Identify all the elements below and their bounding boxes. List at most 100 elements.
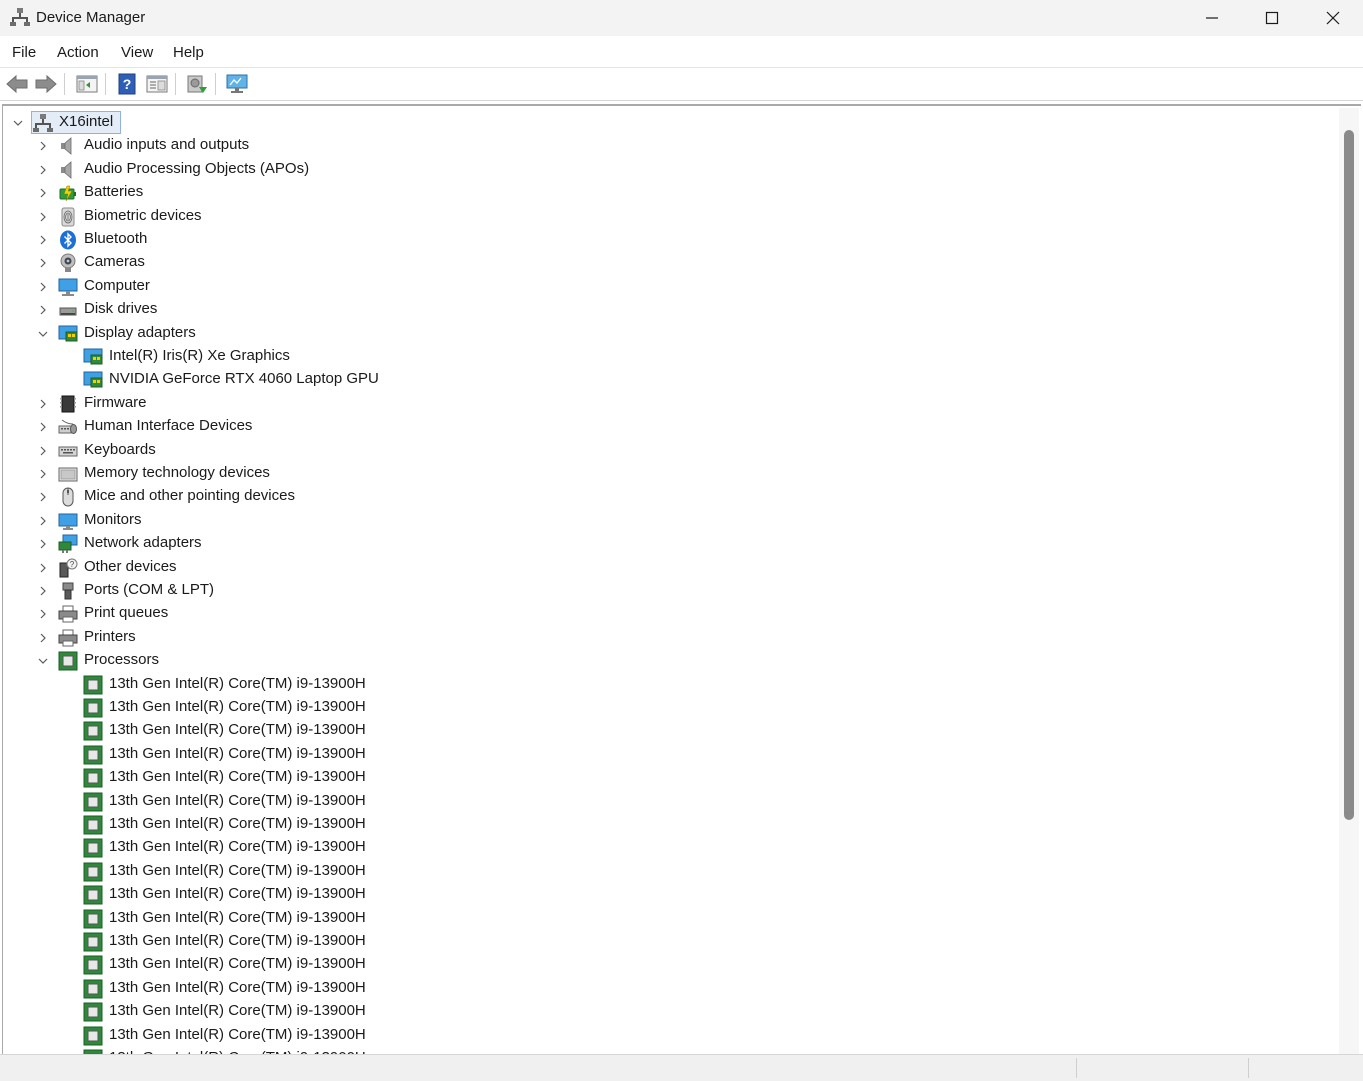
tree-device-item[interactable]: 13th Gen Intel(R) Core(TM) i9-13900H: [3, 790, 1338, 813]
show-hide-console-tree-button[interactable]: [75, 72, 99, 96]
tree-device-item[interactable]: 13th Gen Intel(R) Core(TM) i9-13900H: [3, 1000, 1338, 1023]
tree-device-item[interactable]: NVIDIA GeForce RTX 4060 Laptop GPU: [3, 368, 1338, 391]
tree-category-disk-drives[interactable]: Disk drives: [3, 298, 1338, 321]
tree-device-item[interactable]: 13th Gen Intel(R) Core(TM) i9-13900H: [3, 696, 1338, 719]
back-button[interactable]: [5, 72, 29, 96]
tree-device-item[interactable]: 13th Gen Intel(R) Core(TM) i9-13900H: [3, 673, 1338, 696]
close-button[interactable]: [1302, 0, 1363, 36]
computer-icon: [58, 277, 78, 297]
scrollbar-thumb[interactable]: [1344, 130, 1354, 820]
properties-button[interactable]: [145, 72, 169, 96]
tree-item-label: 13th Gen Intel(R) Core(TM) i9-13900H: [109, 861, 366, 879]
tree-item-label: Audio Processing Objects (APOs): [84, 159, 310, 177]
update-driver-icon: [187, 75, 207, 93]
expand-chevron-right-icon[interactable]: [36, 584, 50, 598]
display-adapter-icon: [58, 324, 78, 344]
tree-category-other-devices[interactable]: ? Other devices: [3, 556, 1338, 579]
expand-chevron-down-icon[interactable]: [36, 327, 50, 341]
expand-chevron-right-icon[interactable]: [36, 631, 50, 645]
tree-device-item[interactable]: 13th Gen Intel(R) Core(TM) i9-13900H: [3, 907, 1338, 930]
tree-category-print-queues[interactable]: Print queues: [3, 602, 1338, 625]
expand-chevron-down-icon[interactable]: [36, 654, 50, 668]
camera-icon: [58, 253, 78, 273]
tree-category-printers[interactable]: Printers: [3, 626, 1338, 649]
tree-device-item[interactable]: 13th Gen Intel(R) Core(TM) i9-13900H: [3, 836, 1338, 859]
tree-category-keyboards[interactable]: Keyboards: [3, 439, 1338, 462]
expand-chevron-right-icon[interactable]: [36, 420, 50, 434]
toolbar-separator-highlight: [65, 73, 66, 95]
processor-icon: [83, 745, 103, 765]
menu-file[interactable]: File: [12, 44, 36, 61]
vertical-scrollbar[interactable]: [1339, 108, 1359, 1054]
scan-hardware-button[interactable]: [225, 72, 249, 96]
expand-chevron-right-icon[interactable]: [36, 467, 50, 481]
tree-device-item[interactable]: 13th Gen Intel(R) Core(TM) i9-13900H: [3, 977, 1338, 1000]
tree-item-label: Printers: [84, 627, 136, 645]
menu-view[interactable]: View: [121, 44, 153, 61]
computer-root-icon: [33, 113, 53, 133]
tree-category-memory-technology-devices[interactable]: Memory technology devices: [3, 462, 1338, 485]
expand-chevron-down-icon[interactable]: [11, 116, 25, 130]
tree-device-item[interactable]: 13th Gen Intel(R) Core(TM) i9-13900H: [3, 719, 1338, 742]
tree-category-audio-inputs-and-outputs[interactable]: Audio inputs and outputs: [3, 134, 1338, 157]
processor-icon: [83, 885, 103, 905]
tree-device-item[interactable]: 13th Gen Intel(R) Core(TM) i9-13900H: [3, 743, 1338, 766]
expand-chevron-right-icon[interactable]: [36, 561, 50, 575]
expand-chevron-right-icon[interactable]: [36, 514, 50, 528]
tree-category-firmware[interactable]: Firmware: [3, 392, 1338, 415]
expand-chevron-right-icon[interactable]: [36, 537, 50, 551]
tree-item-label: 13th Gen Intel(R) Core(TM) i9-13900H: [109, 932, 366, 949]
expand-chevron-right-icon[interactable]: [36, 607, 50, 621]
tree-device-item[interactable]: 13th Gen Intel(R) Core(TM) i9-13900H: [3, 860, 1338, 883]
expand-chevron-right-icon[interactable]: [36, 186, 50, 200]
tree-category-network-adapters[interactable]: Network adapters: [3, 532, 1338, 555]
tree-device-item[interactable]: 13th Gen Intel(R) Core(TM) i9-13900H: [3, 813, 1338, 836]
tree-item-label: 13th Gen Intel(R) Core(TM) i9-13900H: [109, 815, 366, 832]
update-driver-button[interactable]: [185, 72, 209, 96]
tree-category-monitors[interactable]: Monitors: [3, 509, 1338, 532]
expand-chevron-right-icon[interactable]: [36, 210, 50, 224]
tree-category-human-interface-devices[interactable]: Human Interface Devices: [3, 415, 1338, 438]
menu-help[interactable]: Help: [173, 44, 204, 61]
tree-category-biometric-devices[interactable]: Biometric devices: [3, 205, 1338, 228]
tree-category-processors[interactable]: Processors: [3, 649, 1338, 672]
expand-chevron-right-icon[interactable]: [36, 280, 50, 294]
tree-category-audio-processing-objects-apos[interactable]: Audio Processing Objects (APOs): [3, 158, 1338, 181]
processor-icon: [83, 979, 103, 999]
expand-chevron-right-icon[interactable]: [36, 256, 50, 270]
expand-chevron-right-icon[interactable]: [36, 444, 50, 458]
tree-device-item[interactable]: 13th Gen Intel(R) Core(TM) i9-13900H: [3, 766, 1338, 789]
tree-root-computer[interactable]: X16intel: [3, 111, 1338, 134]
tree-item-label: NVIDIA GeForce RTX 4060 Laptop GPU: [109, 370, 379, 388]
expand-chevron-right-icon[interactable]: [36, 303, 50, 317]
help-icon: ?: [118, 73, 136, 95]
tree-device-item[interactable]: 13th Gen Intel(R) Core(TM) i9-13900H: [3, 930, 1338, 953]
expand-chevron-right-icon[interactable]: [36, 233, 50, 247]
expand-chevron-right-icon[interactable]: [36, 163, 50, 177]
svg-text:?: ?: [70, 560, 75, 569]
tree-device-item[interactable]: 13th Gen Intel(R) Core(TM) i9-13900H: [3, 953, 1338, 976]
expand-chevron-right-icon[interactable]: [36, 490, 50, 504]
tree-device-item[interactable]: 13th Gen Intel(R) Core(TM) i9-13900H: [3, 883, 1338, 906]
forward-button[interactable]: [34, 72, 58, 96]
tree-item-label: Firmware: [84, 393, 147, 411]
tree-device-item[interactable]: Intel(R) Iris(R) Xe Graphics: [3, 345, 1338, 368]
tree-category-ports-com-lpt[interactable]: Ports (COM & LPT): [3, 579, 1338, 602]
close-icon: [1326, 11, 1339, 25]
tree-item-label: Biometric devices: [84, 206, 202, 224]
tree-category-display-adapters[interactable]: Display adapters: [3, 322, 1338, 345]
tree-category-mice-and-other-pointing-devices[interactable]: Mice and other pointing devices: [3, 485, 1338, 508]
help-button[interactable]: ?: [115, 72, 139, 96]
tree-item-label: Disk drives: [84, 300, 158, 318]
tree-device-item[interactable]: 13th Gen Intel(R) Core(TM) i9-13900H: [3, 1024, 1338, 1047]
tree-item-label: Network adapters: [84, 534, 202, 552]
tree-category-bluetooth[interactable]: Bluetooth: [3, 228, 1338, 251]
tree-category-cameras[interactable]: Cameras: [3, 251, 1338, 274]
maximize-button[interactable]: [1241, 0, 1302, 36]
minimize-button[interactable]: [1181, 0, 1242, 36]
expand-chevron-right-icon[interactable]: [36, 397, 50, 411]
tree-category-computer[interactable]: Computer: [3, 275, 1338, 298]
tree-category-batteries[interactable]: Batteries: [3, 181, 1338, 204]
expand-chevron-right-icon[interactable]: [36, 139, 50, 153]
menu-action[interactable]: Action: [57, 44, 99, 61]
